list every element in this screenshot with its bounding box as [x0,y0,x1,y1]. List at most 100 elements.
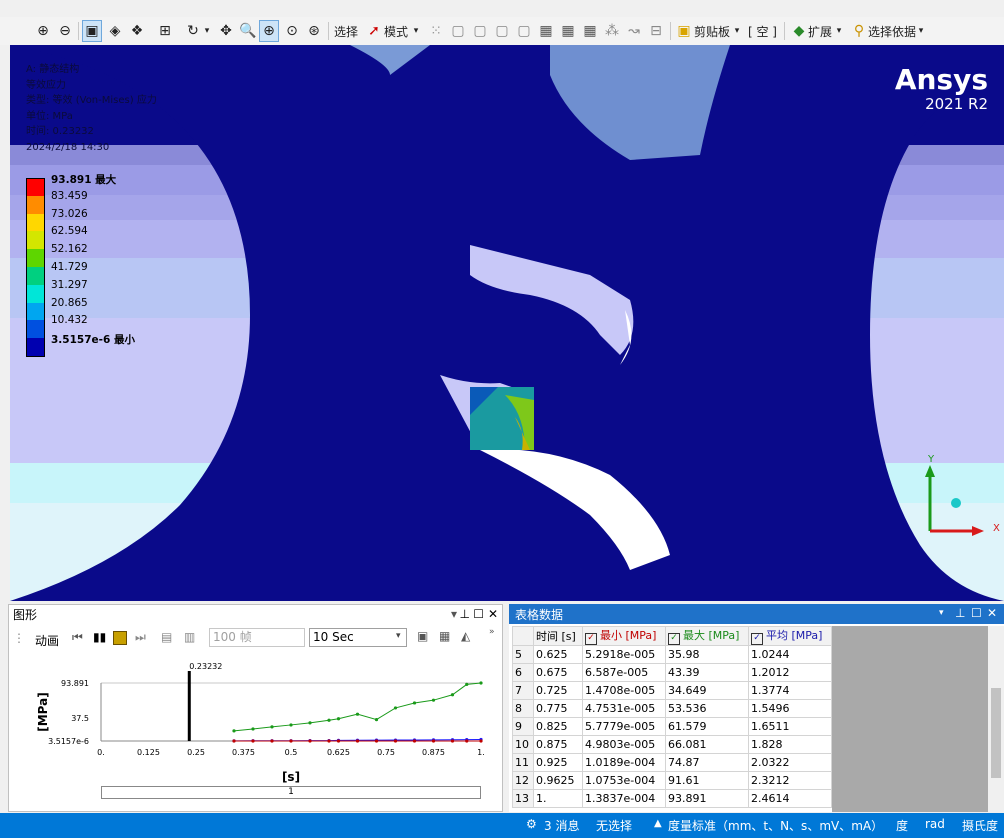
chevron-down-icon[interactable]: ▾ [732,20,742,42]
select-face-icon[interactable]: ▢ [470,20,490,42]
select-button[interactable]: 选择 [334,20,358,42]
chevron-down-icon[interactable]: ▾ [939,608,944,618]
z-axis-dot [951,498,961,508]
checkbox-icon[interactable]: ✓ [668,633,680,645]
data-point [270,725,274,729]
multi-view-icon[interactable]: ❖ [127,20,147,42]
data-point [336,717,341,721]
close-icon[interactable]: ✕ [987,606,997,620]
graphics-viewport[interactable]: A: 静态结构 等效应力 类型: 等效 (Von-Mises) 应力 单位: M… [10,45,1004,601]
table-cell: 1.0244 [748,645,832,664]
temperature-unit[interactable]: 摄氏度 [962,817,998,834]
step-forward-icon[interactable]: ⏭ [135,630,146,645]
chevron-down-icon[interactable]: ▾ [451,607,457,621]
chevron-down-icon[interactable]: ▾ [834,20,844,42]
zoom-box-icon[interactable]: ⊕ [259,20,279,42]
export-icon[interactable]: ▤ [161,630,172,644]
mode-button[interactable]: 模式 [384,20,408,42]
table-row[interactable]: 13 1. 1.3837e-004 93.891 2.4614 [512,789,832,808]
result-chart[interactable]: 93.891 37.5 3.5157e-6 0. 0.125 0.25 0.375 0.5 0.… [9,653,502,793]
messages-icon[interactable]: ⚙ [526,817,537,831]
frames-select[interactable]: 100 帧 [209,628,305,647]
chevron-down-icon[interactable]: ▾ [396,631,401,641]
table-row[interactable]: 7 0.725 1.4708e-005 34.649 1.3774 [512,681,832,700]
chevron-up-icon[interactable]: ▲ [654,818,662,829]
distribution-icon[interactable]: ▦ [439,629,450,643]
extend-icon[interactable]: ◆ [789,20,809,42]
chevron-down-icon[interactable]: ▾ [916,20,926,42]
select-vertex-icon[interactable]: ⁙ [426,20,446,42]
select-by-button[interactable]: 选择依据 [868,20,916,42]
time-slider[interactable]: 1 [101,786,481,799]
extend-button[interactable]: 扩展 [808,20,832,42]
table-row[interactable]: 11 0.925 1.0189e-004 74.87 2.0322 [512,753,832,772]
angle-unit[interactable]: 度 [896,817,908,834]
min-header[interactable]: ✓ 最小 [MPa] [582,626,666,646]
node-icon[interactable]: ⁂ [602,20,622,42]
zoom-icon[interactable]: 🔍 [238,20,258,42]
scrollbar-thumb[interactable] [991,688,1001,778]
table-row[interactable]: 9 0.825 5.7779e-005 61.579 1.6511 [512,717,832,736]
rotate-icon[interactable]: ↻ [183,20,203,42]
table-cell: 0.875 [533,735,583,754]
grid-icon[interactable]: ▦ [536,20,556,42]
legend-label: 73.026 [51,207,88,220]
avg-header[interactable]: ✓ 平均 [MPa] [748,626,832,646]
maximize-icon[interactable]: ☐ [473,607,484,621]
solid-view-icon[interactable]: ▣ [82,20,102,42]
zoom-in-icon[interactable]: ⊕ [33,20,53,42]
data-point [327,718,331,722]
checkbox-icon[interactable]: ✓ [751,633,763,645]
select-body-icon[interactable]: ▢ [492,20,512,42]
eraser-icon[interactable]: ◭ [461,629,470,643]
table-row[interactable]: 6 0.675 6.587e-005 43.39 1.2012 [512,663,832,682]
table-row[interactable]: 8 0.775 4.7531e-005 53.536 1.5496 [512,699,832,718]
stop-icon[interactable] [113,631,127,645]
clipboard-icon[interactable]: ▣ [674,20,694,42]
table-row[interactable]: 12 0.9625 1.0753e-004 91.61 2.3212 [512,771,832,790]
x-tick-label: 1. [477,748,485,757]
table-cell: 1.4708e-005 [582,681,666,700]
chevron-down-icon[interactable]: ▾ [202,20,212,42]
pin-icon[interactable]: ⊥ [955,606,965,620]
pause-icon[interactable]: ▮▮ [93,630,106,644]
data-table[interactable]: 时间 [s] ✓ 最小 [MPa] ✓ 最大 [MPa] ✓ 平均 [MPa] 5 0.… [512,626,832,808]
clipboard-button[interactable]: 剪贴板 [694,20,730,42]
pan-icon[interactable]: ✥ [216,20,236,42]
time-header[interactable]: 时间 [s] [533,626,583,646]
cursor-icon[interactable]: ➚ [364,20,384,42]
grid-icon[interactable]: ▦ [558,20,578,42]
path-icon[interactable]: ↝ [624,20,644,42]
table-row[interactable]: 5 0.625 5.2918e-005 35.98 1.0244 [512,645,832,664]
step-back-icon[interactable]: ⏮ [72,630,83,645]
magnifier-icon[interactable]: ⊛ [304,20,324,42]
grid-icon[interactable]: ▦ [580,20,600,42]
checkbox-icon[interactable]: ✓ [585,633,597,645]
table-cell: 43.39 [665,663,749,682]
duration-select[interactable]: 10 Sec [309,628,407,647]
max-header[interactable]: ✓ 最大 [MPa] [665,626,749,646]
chevron-down-icon[interactable]: ▾ [411,20,421,42]
select-element-icon[interactable]: ▢ [514,20,534,42]
maximize-icon[interactable]: ☐ [971,606,982,620]
frames-icon[interactable]: ▥ [184,630,195,644]
result-info: A: 静态结构 等效应力 类型: 等效 (Von-Mises) 应力 单位: M… [26,62,157,155]
select-edge-icon[interactable]: ▢ [448,20,468,42]
rad-unit[interactable]: rad [925,817,945,831]
legend-label: 62.594 [51,225,88,238]
close-icon[interactable]: ✕ [488,607,498,621]
unit-system[interactable]: 度量标准（mm、t、N、s、mV、mA） [668,817,883,834]
zoom-out-icon[interactable]: ⊖ [55,20,75,42]
pin-icon[interactable]: ⊥ [460,607,470,621]
zoom-fit-icon[interactable]: ⊙ [282,20,302,42]
drag-handle-icon[interactable]: ⋮ [13,631,25,645]
shaded-view-icon[interactable]: ◈ [105,20,125,42]
text-icon[interactable]: ⊟ [646,20,666,42]
table-scrollbar[interactable] [988,626,1004,812]
pin-icon[interactable]: ⚲ [849,20,869,42]
messages-count[interactable]: 3 消息 [544,817,579,834]
select-mesh-icon[interactable]: ⊞ [155,20,175,42]
table-row[interactable]: 10 0.875 4.9803e-005 66.081 1.828 [512,735,832,754]
camera-icon[interactable]: ▣ [417,629,428,643]
overflow-icon[interactable]: » [489,627,495,637]
